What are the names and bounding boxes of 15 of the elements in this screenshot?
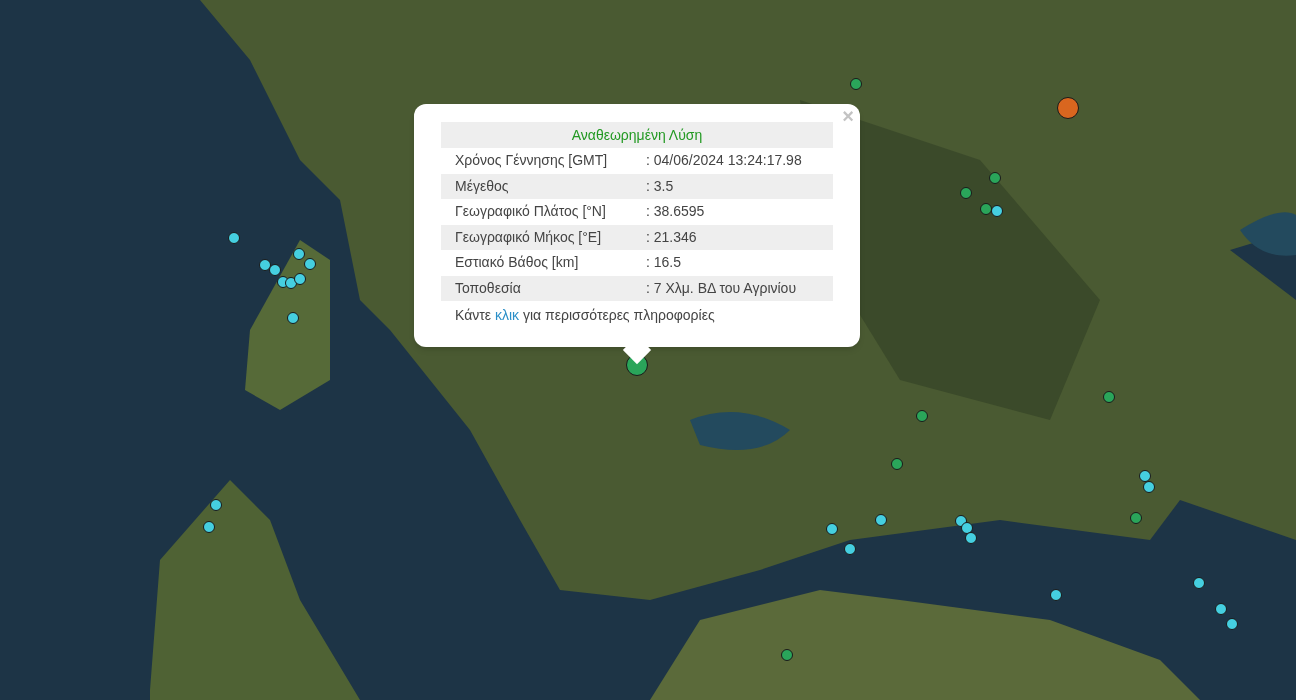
- field-value: : 38.6595: [646, 202, 705, 222]
- field-label: Γεωγραφικό Πλάτος [°N]: [454, 202, 607, 222]
- field-label: Εστιακό Βάθος [km]: [454, 253, 580, 273]
- field-value: : 21.346: [646, 227, 697, 247]
- field-label: Γεωγραφικό Μήκος [°E]: [454, 227, 603, 247]
- popup-title: Αναθεωρημένη Λύση: [441, 122, 833, 148]
- field-value: : 04/06/2024 13:24:17.98: [646, 151, 802, 171]
- field-label: Τοποθεσία: [454, 278, 522, 298]
- more-info-text: Κάντε κλικ για περισσότερες πληροφορίες: [454, 306, 716, 325]
- field-label: Χρόνος Γέννησης [GMT]: [454, 151, 609, 171]
- field-label: Μέγεθος: [454, 176, 510, 196]
- field-value: : 7 Χλμ. ΒΔ του Αγρινίου: [646, 278, 797, 298]
- field-value: : 3.5: [646, 176, 674, 196]
- field-value: : 16.5: [646, 253, 682, 273]
- click-link[interactable]: κλικ: [494, 307, 520, 323]
